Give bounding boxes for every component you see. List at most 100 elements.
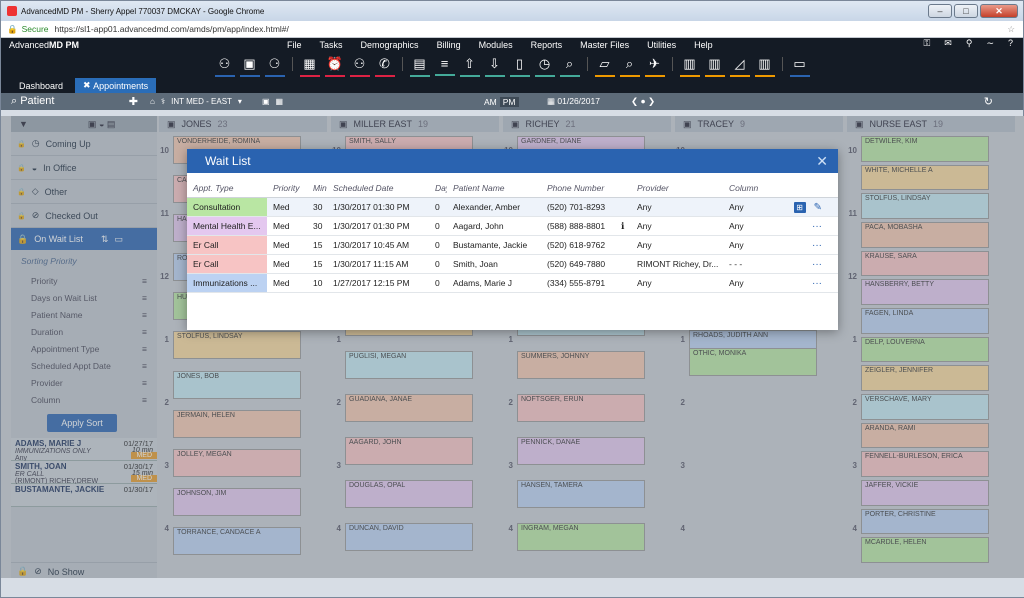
column-header[interactable]: Provider (631, 183, 723, 193)
report-icon[interactable]: ▱ (594, 56, 615, 77)
cell-date: 1/30/2017 01:30 PM (333, 221, 410, 231)
dashboard-icon[interactable]: ▥ (754, 56, 775, 77)
column-header[interactable]: Priority (267, 183, 307, 193)
menu-item-reports[interactable]: Reports (531, 40, 563, 50)
demographics-icon[interactable]: ▣ (239, 56, 260, 77)
close-tab-icon[interactable]: ✖ (83, 80, 93, 91)
status-bar (1, 578, 1024, 597)
menu-item-help[interactable]: Help (694, 40, 713, 50)
cell-phone: (520) 701-8293 (547, 202, 606, 212)
table-row[interactable]: Er Call Med 15 1/30/2017 10:45 AM 0 Bustamant… (187, 236, 838, 255)
provider-icon: ⚕ (160, 97, 166, 106)
column-header[interactable]: Min. (307, 183, 327, 193)
menu-item-demographics[interactable]: Demographics (361, 40, 419, 50)
document-icon[interactable]: ▯ (509, 56, 530, 77)
family-icon[interactable]: ⚆ (264, 56, 285, 77)
column-header[interactable]: Patient Name (447, 183, 541, 193)
column-header[interactable]: Phone Number (541, 183, 631, 193)
pm-button[interactable]: PM (499, 96, 519, 107)
upload-icon[interactable]: ⇧ (459, 56, 480, 77)
table-row[interactable]: Immunizations ... Med 10 1/27/2017 12:15 PM… (187, 274, 838, 293)
location-selector[interactable]: ⌂ ⚕ INT MED - EAST ▾ ▣ ▦ (150, 97, 283, 106)
table-row[interactable]: Er Call Med 15 1/30/2017 11:15 AM 0 Smith, Jo… (187, 255, 838, 274)
download-icon[interactable]: ⇩ (484, 56, 505, 77)
analytics-icon[interactable]: ▥ (704, 56, 725, 77)
close-window-button[interactable]: ✕ (980, 4, 1018, 18)
next-day-icon[interactable]: ❯ (648, 96, 655, 106)
messages-icon[interactable]: ✉ (944, 38, 952, 49)
close-icon[interactable]: ✕ (816, 153, 828, 170)
menu-item-modules[interactable]: Modules (479, 40, 513, 50)
bar-chart-icon[interactable]: ▥ (679, 56, 700, 77)
row-actions: ⊞ ✎ (793, 201, 822, 213)
menu-item-master-files[interactable]: Master Files (580, 40, 629, 50)
list-icon[interactable]: ≡ (434, 56, 455, 76)
info-icon[interactable]: ℹ (621, 221, 624, 232)
report-search-icon[interactable]: ⌕ (619, 56, 640, 77)
address-bar[interactable]: 🔒 Secure https://sl1-app01.advancedmd.co… (1, 21, 1023, 38)
maximize-button[interactable]: □ (954, 4, 978, 18)
help-icon[interactable]: ? (1008, 38, 1013, 49)
cell-days: 0 (435, 259, 440, 269)
claim-search-icon[interactable]: ⌕ (559, 56, 580, 77)
phone-icon[interactable]: ✆ (374, 56, 395, 77)
column-header[interactable]: Scheduled Date (327, 183, 429, 193)
key-icon[interactable]: ⚿ (923, 38, 930, 49)
modal-title: Wait List (205, 154, 251, 168)
menu-item-file[interactable]: File (287, 40, 302, 50)
more-options-icon[interactable]: ··· (812, 221, 822, 232)
signature-icon[interactable]: ∼ (986, 38, 994, 49)
scheduler-icon[interactable]: ▦ (299, 56, 320, 77)
more-options-icon[interactable]: ··· (812, 259, 822, 270)
grid-view-icon[interactable]: ▦ (276, 97, 284, 106)
column-header[interactable]: Days (429, 183, 447, 193)
cell-min: 15 (313, 240, 323, 250)
satellite-icon[interactable]: ✈ (644, 56, 665, 77)
add-patient-icon[interactable]: ✚ (129, 95, 138, 108)
calendar-view-icon[interactable]: ▣ (262, 97, 270, 106)
am-button[interactable]: AM (484, 97, 497, 107)
menu-item-tasks[interactable]: Tasks (320, 40, 343, 50)
location-value[interactable]: INT MED - EAST (171, 97, 232, 106)
tab-dashboard[interactable]: Dashboard (11, 78, 71, 93)
user-icon[interactable]: ⚲ (966, 38, 973, 49)
toolbar-divider (401, 56, 403, 71)
column-header[interactable]: Appt. Type (187, 178, 267, 197)
cell-days: 0 (435, 202, 440, 212)
bookmark-star-icon[interactable]: ☆ (1007, 24, 1015, 35)
charge-icon[interactable]: ▤ (409, 56, 430, 77)
patient-search[interactable]: ⌕ Patient ✚ (1, 95, 146, 108)
patient-label-text: Patient (20, 95, 55, 107)
clock-icon[interactable]: ◷ (534, 56, 555, 77)
column-header[interactable]: Column (723, 183, 785, 193)
app-tabs: Dashboard ✖ Appointments (1, 76, 1023, 93)
schedule-icon[interactable]: ⊞ (793, 201, 806, 213)
today-icon[interactable]: ● (641, 96, 646, 106)
more-options-icon[interactable]: ··· (812, 278, 822, 289)
alarm-icon[interactable]: ⏰ (324, 56, 345, 77)
cell-date: 1/30/2017 01:30 PM (333, 202, 410, 212)
cell-provider: Any (637, 202, 652, 212)
table-row[interactable]: Mental Health E... Med 30 1/30/2017 01:30 P… (187, 217, 838, 236)
secure-label: Secure (21, 24, 49, 34)
cell-provider: Any (637, 278, 652, 288)
trend-icon[interactable]: ◿ (729, 56, 750, 77)
minimize-button[interactable]: – (928, 4, 952, 18)
prev-day-icon[interactable]: ❮ (631, 96, 638, 106)
menu-item-billing[interactable]: Billing (437, 40, 461, 50)
card-icon[interactable]: ▭ (789, 56, 810, 77)
patient-info-icon[interactable]: ⚇ (214, 56, 235, 77)
tab-appointments[interactable]: ✖ Appointments (75, 78, 157, 93)
cell-type: Er Call (187, 236, 267, 254)
table-row[interactable]: Consultation Med 30 1/30/2017 01:30 PM 0 Alex… (187, 198, 838, 217)
home-icon[interactable]: ⌂ (150, 97, 155, 106)
edit-icon[interactable]: ✎ (814, 202, 822, 213)
menu-item-utilities[interactable]: Utilities (647, 40, 676, 50)
referral-icon[interactable]: ⚇ (349, 56, 370, 77)
more-options-icon[interactable]: ··· (812, 240, 822, 251)
cell-priority: Med (273, 202, 290, 212)
date-picker[interactable]: ▦ 01/26/2017 (547, 96, 600, 107)
menu-items: File Tasks Demographics Billing Modules Repor… (287, 40, 713, 50)
url-text[interactable]: https://sl1-app01.advancedmd.com/amds/pm… (55, 24, 289, 34)
refresh-icon[interactable]: ↻ (984, 95, 993, 108)
